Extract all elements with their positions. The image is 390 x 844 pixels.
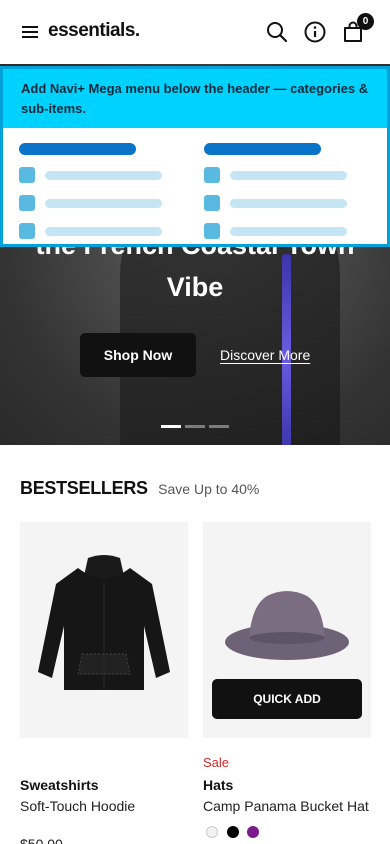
menu-column-heading [19, 143, 136, 155]
menu-item [204, 223, 364, 239]
menu-item [204, 195, 364, 211]
section-title: BESTSELLERS [20, 478, 148, 498]
hamburger-icon[interactable] [22, 25, 38, 39]
product-card-bucket-hat[interactable]: QUICK ADD [203, 522, 371, 738]
slide-dot[interactable] [161, 425, 181, 428]
product-category: Sweatshirts [20, 777, 99, 793]
product-price: $50.00 [20, 836, 63, 844]
search-icon[interactable] [265, 20, 289, 44]
info-icon[interactable] [303, 20, 327, 44]
cart-count-badge: 0 [357, 13, 374, 30]
menu-item [19, 167, 179, 183]
menu-column-heading [204, 143, 321, 155]
header: essentials. 0 [0, 0, 390, 64]
product-name[interactable]: Soft-Touch Hoodie [20, 798, 135, 814]
slide-dot[interactable] [185, 425, 205, 428]
hoodie-image [38, 555, 170, 690]
sale-badge: Sale [203, 755, 230, 770]
product-name[interactable]: Camp Panama Bucket Hat [203, 798, 369, 814]
menu-column [204, 143, 364, 251]
slide-dot[interactable] [209, 425, 229, 428]
product-category: Hats [203, 777, 234, 793]
shop-now-button[interactable]: Shop Now [80, 333, 196, 377]
hero-title-line2: Vibe [166, 272, 224, 302]
product-card-hoodie[interactable] [20, 522, 188, 738]
slide-indicators [161, 415, 233, 433]
quick-add-button[interactable]: QUICK ADD [212, 679, 362, 719]
placeholder-banner-text: Add Navi+ Mega menu below the header — c… [3, 69, 387, 128]
mega-menu-placeholder: Add Navi+ Mega menu below the header — c… [0, 66, 390, 247]
menu-column [19, 143, 179, 251]
logo[interactable]: essentials. [48, 20, 140, 42]
menu-item [19, 195, 179, 211]
section-subtitle: Save Up to 40% [158, 481, 260, 497]
menu-item [19, 223, 179, 239]
bucket-hat-image [225, 591, 349, 660]
discover-more-link[interactable]: Discover More [220, 347, 310, 363]
menu-item [204, 167, 364, 183]
color-swatch[interactable] [227, 826, 239, 838]
bestsellers-heading: BESTSELLERS Save Up to 40% [20, 478, 259, 499]
color-swatch[interactable] [247, 826, 259, 838]
color-swatch[interactable] [206, 826, 218, 838]
